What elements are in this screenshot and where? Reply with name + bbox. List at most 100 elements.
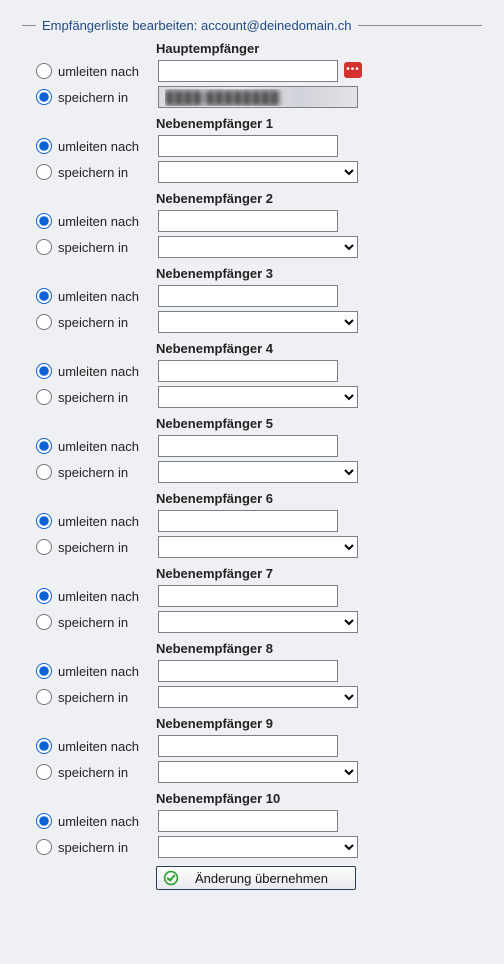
secondary-recipient-title: Nebenempfänger 3 — [22, 266, 482, 281]
secondary-store-label: speichern in — [58, 165, 158, 180]
main-redirect-radio[interactable] — [36, 63, 52, 79]
secondary-recipient-title: Nebenempfänger 4 — [22, 341, 482, 356]
error-icon: ••• — [344, 62, 362, 78]
secondary-redirect-input[interactable] — [158, 510, 338, 532]
secondary-redirect-radio[interactable] — [36, 363, 52, 379]
secondary-redirect-input[interactable] — [158, 660, 338, 682]
secondary-recipient-group: Nebenempfänger 8umleiten nachspeichern i… — [22, 641, 482, 708]
secondary-redirect-radio[interactable] — [36, 513, 52, 529]
secondary-recipient-group: Nebenempfänger 2 umleiten nach speichern i… — [22, 191, 482, 258]
secondary-redirect-input[interactable] — [158, 210, 338, 232]
secondary-recipient-title: Nebenempfänger 7 — [22, 566, 482, 581]
secondary-store-row: speichern in — [22, 686, 482, 708]
secondary-store-radio[interactable] — [36, 389, 52, 405]
secondary-store-radio[interactable] — [36, 464, 52, 480]
secondary-redirect-label: umleiten nach — [58, 439, 158, 454]
secondary-redirect-radio[interactable] — [36, 663, 52, 679]
secondary-store-radio[interactable] — [36, 314, 52, 330]
secondary-store-radio[interactable] — [36, 689, 52, 705]
secondary-store-select[interactable] — [158, 311, 358, 333]
secondary-store-select[interactable] — [158, 386, 358, 408]
secondary-redirect-input[interactable] — [158, 285, 338, 307]
secondary-store-label: speichern in — [58, 615, 158, 630]
legend-dash-left — [22, 25, 36, 26]
secondary-store-radio[interactable] — [36, 539, 52, 555]
secondary-store-select[interactable] — [158, 686, 358, 708]
secondary-redirect-radio[interactable] — [36, 813, 52, 829]
secondary-recipient-group: Nebenempfänger 7 umleiten nach speichern i… — [22, 566, 482, 633]
secondary-redirect-radio[interactable] — [36, 438, 52, 454]
secondary-recipient-group: Nebenempfänger 3 umleiten nach speichern i… — [22, 266, 482, 333]
secondary-store-select[interactable] — [158, 836, 358, 858]
secondary-redirect-row: umleiten nach — [22, 285, 482, 307]
secondary-redirect-input[interactable] — [158, 585, 338, 607]
secondary-redirect-input[interactable] — [158, 435, 338, 457]
secondary-store-radio[interactable] — [36, 839, 52, 855]
secondary-recipient-title: Nebenempfänger 8 — [22, 641, 482, 656]
secondary-store-radio[interactable] — [36, 164, 52, 180]
secondary-recipient-title: Nebenempfänger 2 — [22, 191, 482, 206]
secondary-redirect-input[interactable] — [158, 735, 338, 757]
secondary-store-select[interactable] — [158, 461, 358, 483]
secondary-redirect-input[interactable] — [158, 360, 338, 382]
main-recipient-title: Hauptempfänger — [22, 41, 482, 56]
secondary-redirect-radio[interactable] — [36, 288, 52, 304]
main-redirect-label: umleiten nach — [58, 64, 158, 79]
secondary-store-radio[interactable] — [36, 764, 52, 780]
secondary-redirect-radio[interactable] — [36, 588, 52, 604]
main-redirect-row: umleiten nach ••• — [22, 60, 482, 82]
secondary-store-select[interactable] — [158, 536, 358, 558]
secondary-recipient-group: Nebenempfänger 4 umleiten nach speichern i… — [22, 341, 482, 408]
secondary-store-radio[interactable] — [36, 239, 52, 255]
secondary-store-label: speichern in — [58, 315, 158, 330]
secondary-store-radio[interactable] — [36, 614, 52, 630]
secondary-store-label: speichern in — [58, 690, 158, 705]
secondary-store-label: speichern in — [58, 390, 158, 405]
secondary-redirect-label: umleiten nach — [58, 289, 158, 304]
main-redirect-input[interactable] — [158, 60, 338, 82]
secondary-store-row: speichern in — [22, 461, 482, 483]
main-store-select[interactable]: ████/████████ — [158, 86, 358, 108]
secondary-redirect-label: umleiten nach — [58, 739, 158, 754]
secondary-recipient-group: Nebenempfänger 5umleiten nachspeichern i… — [22, 416, 482, 483]
secondary-store-label: speichern in — [58, 540, 158, 555]
secondary-recipient-title: Nebenempfänger 1 — [22, 116, 482, 131]
secondary-redirect-row: umleiten nach — [22, 735, 482, 757]
secondary-store-row: speichern in — [22, 311, 482, 333]
secondary-recipient-group: Nebenempfänger 6 umleiten nach speichern i… — [22, 491, 482, 558]
secondary-redirect-row: umleiten nach — [22, 585, 482, 607]
secondary-store-select[interactable] — [158, 236, 358, 258]
secondary-redirect-label: umleiten nach — [58, 514, 158, 529]
legend-dash-right — [358, 25, 483, 26]
main-store-radio[interactable] — [36, 89, 52, 105]
secondary-recipient-title: Nebenempfänger 9 — [22, 716, 482, 731]
secondary-store-row: speichern in — [22, 536, 482, 558]
legend-text: Empfängerliste bearbeiten: account@deine… — [42, 18, 352, 33]
submit-button[interactable]: Änderung übernehmen — [156, 866, 356, 890]
secondary-redirect-radio[interactable] — [36, 213, 52, 229]
main-store-row: speichern in ████/████████ — [22, 86, 482, 108]
secondary-store-row: speichern in — [22, 386, 482, 408]
secondary-recipient-title: Nebenempfänger 6 — [22, 491, 482, 506]
secondary-store-label: speichern in — [58, 840, 158, 855]
secondary-redirect-row: umleiten nach — [22, 510, 482, 532]
secondary-redirect-radio[interactable] — [36, 138, 52, 154]
secondary-redirect-radio[interactable] — [36, 738, 52, 754]
secondary-recipient-group: Nebenempfänger 10 umleiten nach speichern … — [22, 791, 482, 858]
secondary-store-select[interactable] — [158, 611, 358, 633]
secondary-store-label: speichern in — [58, 240, 158, 255]
secondary-store-row: speichern in — [22, 236, 482, 258]
secondary-recipient-title: Nebenempfänger 10 — [22, 791, 482, 806]
secondary-store-select[interactable] — [158, 761, 358, 783]
secondary-redirect-input[interactable] — [158, 810, 338, 832]
secondary-redirect-row: umleiten nach — [22, 135, 482, 157]
secondary-redirect-label: umleiten nach — [58, 814, 158, 829]
secondary-redirect-label: umleiten nach — [58, 364, 158, 379]
recipient-list-fieldset: Empfängerliste bearbeiten: account@deine… — [10, 8, 494, 902]
secondary-redirect-row: umleiten nach — [22, 360, 482, 382]
secondary-store-select[interactable] — [158, 161, 358, 183]
secondary-store-label: speichern in — [58, 465, 158, 480]
secondary-redirect-label: umleiten nach — [58, 214, 158, 229]
secondary-redirect-row: umleiten nach — [22, 435, 482, 457]
secondary-redirect-input[interactable] — [158, 135, 338, 157]
